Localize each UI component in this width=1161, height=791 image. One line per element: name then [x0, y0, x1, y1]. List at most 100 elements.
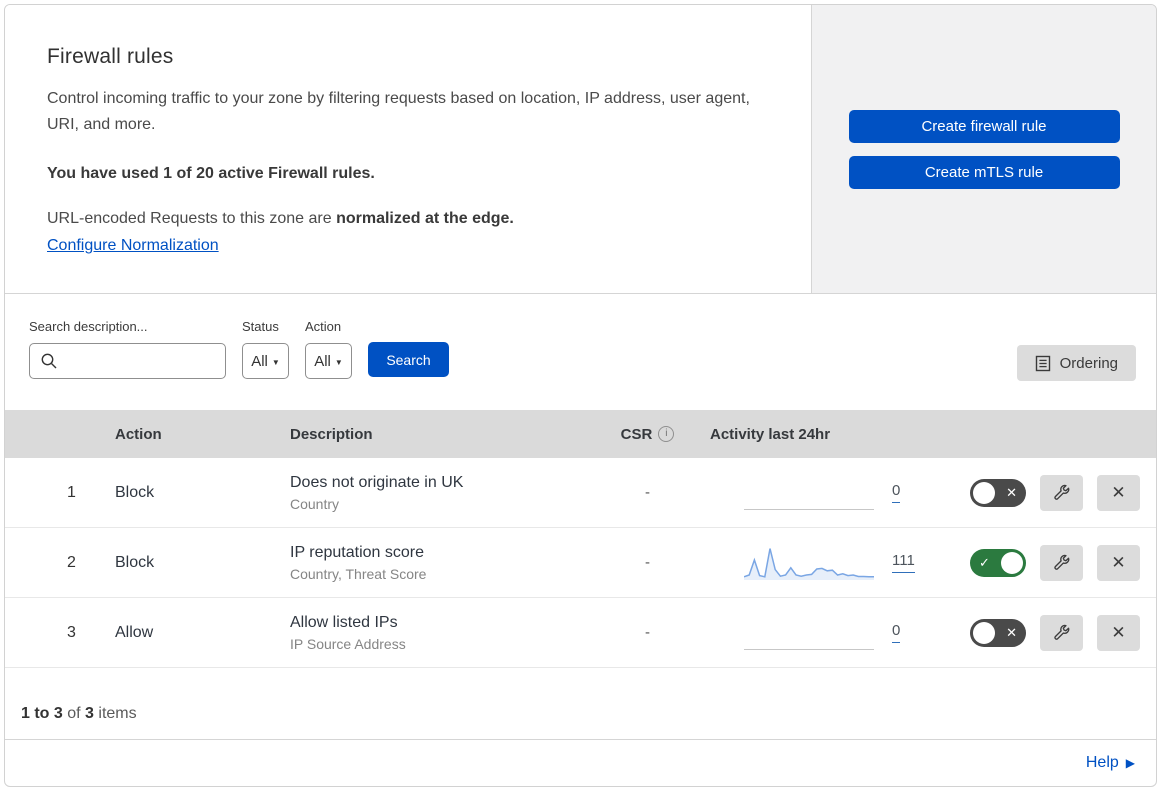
page-description: Control incoming traffic to your zone by… — [47, 90, 750, 133]
toggle-knob — [973, 621, 995, 644]
firewall-rules-card: Firewall rules Control incoming traffic … — [4, 4, 1157, 787]
csr-label: CSR — [620, 425, 653, 443]
rule-enabled-toggle[interactable]: ✕ — [970, 478, 1026, 507]
check-icon: ✓ — [979, 554, 990, 570]
search-input[interactable] — [29, 343, 226, 379]
rule-priority: 1 — [67, 483, 76, 501]
total-count: 3 — [85, 705, 94, 722]
items-word: items — [98, 705, 137, 722]
filter-bar: Search description... Status All ▼ Actio… — [5, 294, 1156, 410]
search-label: Search description... — [29, 319, 148, 334]
activity-count-wrap: 111 — [892, 552, 920, 573]
rule-csr-value: - — [645, 554, 650, 571]
status-select[interactable]: All ▼ — [242, 343, 289, 379]
activity-sparkline — [743, 546, 874, 580]
hero-intro: Firewall rules Control incoming traffic … — [5, 5, 812, 293]
of-word: of — [67, 705, 81, 722]
close-icon: ✕ — [1111, 482, 1126, 502]
activity-count-link[interactable]: 0 — [892, 482, 901, 503]
activity-sparkline — [744, 616, 874, 650]
hero-section: Firewall rules Control incoming traffic … — [5, 5, 1156, 294]
rule-description-text: IP reputation score — [290, 543, 425, 561]
description-column-header: Description — [290, 425, 373, 443]
rule-controls: ✕ ✕ — [935, 474, 1156, 511]
rule-action: Allow — [115, 623, 154, 641]
wrench-icon — [1054, 554, 1070, 570]
rule-description-text: Does not originate in UK — [290, 473, 464, 491]
info-icon[interactable]: i — [658, 426, 675, 442]
rule-action: Block — [115, 553, 155, 571]
search-button[interactable]: Search — [368, 342, 449, 377]
create-mtls-rule-button[interactable]: Create mTLS rule — [848, 155, 1120, 189]
activity-count-link[interactable]: 0 — [892, 622, 901, 643]
rule-controls: ✓ ✕ — [935, 544, 1156, 581]
rule-fields: Country, Threat Score — [290, 565, 427, 582]
rule-activity-cell: 111 — [700, 546, 935, 580]
action-column-header: Action — [115, 425, 162, 443]
page-title: Firewall rules — [47, 45, 174, 68]
rule-fields: Country — [290, 495, 340, 512]
rule-activity-cell: 0 — [700, 616, 935, 650]
delete-rule-button[interactable]: ✕ — [1097, 474, 1140, 511]
rule-activity-cell: 0 — [700, 476, 935, 510]
activity-count-wrap: 0 — [892, 482, 920, 503]
normalization-bold: normalized at the edge. — [336, 210, 514, 227]
search-icon — [41, 353, 57, 369]
wrench-icon — [1054, 624, 1070, 640]
help-label: Help — [1085, 754, 1119, 771]
rule-priority: 2 — [67, 553, 76, 571]
action-select[interactable]: All ▼ — [305, 343, 352, 379]
usage-summary: You have used 1 of 20 active Firewall ru… — [47, 165, 375, 182]
rule-description: IP reputation score Country, Threat Scor… — [275, 544, 595, 582]
search-field-wrap — [29, 343, 226, 379]
list-document-icon — [1035, 355, 1050, 371]
delete-rule-button[interactable]: ✕ — [1097, 544, 1140, 581]
toggle-knob — [1001, 551, 1023, 574]
rule-csr-value: - — [645, 624, 650, 641]
rule-enabled-toggle[interactable]: ✓ — [970, 548, 1026, 577]
edit-rule-button[interactable] — [1040, 474, 1083, 511]
table-header: Action Description CSR i Activity last 2… — [5, 410, 1156, 458]
edit-rule-button[interactable] — [1040, 544, 1083, 581]
ordering-button[interactable]: Ordering — [1016, 345, 1136, 381]
rule-fields: IP Source Address — [290, 635, 406, 652]
firewall-rules-page: Firewall rules Control incoming traffic … — [0, 0, 1161, 791]
close-icon: ✕ — [1111, 622, 1126, 642]
activity-count-link[interactable]: 111 — [892, 552, 915, 573]
activity-column-header: Activity last 24hr — [710, 425, 831, 443]
close-icon: ✕ — [1111, 552, 1126, 572]
normalization-note: URL-encoded Requests to this zone are no… — [47, 210, 751, 228]
rule-enabled-toggle[interactable]: ✕ — [970, 618, 1026, 647]
normalization-prefix: URL-encoded Requests to this zone are — [47, 210, 337, 227]
rule-controls: ✕ ✕ — [935, 614, 1156, 651]
help-link[interactable]: Help ▶ — [1086, 754, 1135, 772]
chevron-down-icon: ▼ — [334, 357, 343, 367]
rule-description: Allow listed IPs IP Source Address — [275, 614, 595, 652]
wrench-icon — [1054, 484, 1070, 500]
chevron-down-icon: ▼ — [271, 357, 280, 367]
rule-csr-value: - — [645, 484, 650, 501]
activity-sparkline — [744, 476, 874, 510]
hero-actions-panel: Create firewall rule Create mTLS rule — [812, 5, 1156, 293]
rule-priority: 3 — [67, 623, 76, 641]
action-selected-value: All — [314, 352, 331, 370]
edit-rule-button[interactable] — [1040, 614, 1083, 651]
table-row: 3 Allow Allow listed IPs IP Source Addre… — [5, 598, 1156, 668]
ordering-label: Ordering — [1059, 354, 1118, 372]
arrow-right-icon: ▶ — [1125, 756, 1135, 770]
table-row: 1 Block Does not originate in UK Country… — [5, 458, 1156, 528]
range-text: 1 to 3 — [21, 705, 63, 722]
configure-normalization-link[interactable]: Configure Normalization — [47, 237, 219, 254]
search-group: Search description... — [29, 319, 226, 379]
action-label: Action — [305, 319, 342, 334]
pagination-summary: 1 to 3 of 3 items — [5, 668, 1156, 739]
delete-rule-button[interactable]: ✕ — [1097, 614, 1140, 651]
action-filter-group: Action All ▼ — [305, 319, 352, 379]
x-icon: ✕ — [1006, 624, 1017, 640]
status-filter-group: Status All ▼ — [242, 319, 289, 379]
rule-description: Does not originate in UK Country — [275, 474, 595, 512]
create-firewall-rule-button[interactable]: Create firewall rule — [848, 109, 1120, 143]
activity-count-wrap: 0 — [892, 622, 920, 643]
x-icon: ✕ — [1006, 484, 1017, 500]
help-bar: Help ▶ — [5, 739, 1156, 786]
